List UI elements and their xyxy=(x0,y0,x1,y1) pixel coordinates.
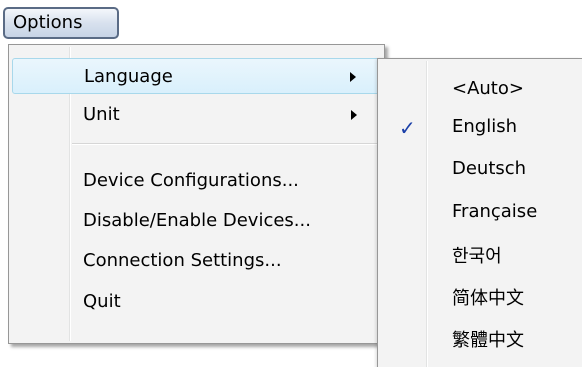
language-item-francaise[interactable]: Française xyxy=(381,195,579,231)
menu-item-label: 한국어 xyxy=(452,246,502,267)
language-item-korean[interactable]: 한국어 xyxy=(381,236,579,272)
menu-item-label: Language xyxy=(84,66,173,87)
menu-item-label: Connection Settings... xyxy=(83,250,282,271)
menu-item-unit[interactable]: Unit xyxy=(12,97,381,133)
menu-item-label: Disable/Enable Devices... xyxy=(83,210,311,231)
menu-item-label: <Auto> xyxy=(452,78,524,99)
menu-item-label: Device Configurations... xyxy=(83,170,299,191)
menu-item-quit[interactable]: Quit xyxy=(12,284,381,320)
menu-item-device-configurations[interactable]: Device Configurations... xyxy=(12,163,381,199)
menu-item-label: Deutsch xyxy=(452,158,527,179)
menu-item-label: Française xyxy=(452,201,538,222)
menu-item-disable-enable-devices[interactable]: Disable/Enable Devices... xyxy=(12,203,381,239)
options-dropdown-menu: Language Unit Device Configurations... D… xyxy=(8,44,385,344)
language-item-auto[interactable]: <Auto> xyxy=(381,72,579,108)
language-item-deutsch[interactable]: Deutsch xyxy=(381,152,579,188)
language-item-traditional-chinese[interactable]: 繁體中文 xyxy=(381,320,579,356)
menu-item-label: 繁體中文 xyxy=(452,330,524,351)
check-icon: ✓ xyxy=(399,116,416,140)
menu-item-label: English xyxy=(452,116,517,137)
menu-separator xyxy=(72,143,379,145)
menu-item-label: Unit xyxy=(83,104,120,125)
language-item-english[interactable]: ✓ English xyxy=(381,110,579,146)
menu-item-label: Quit xyxy=(83,291,121,312)
menu-item-label: 简体中文 xyxy=(452,288,524,309)
language-submenu: <Auto> ✓ English Deutsch Française 한국어 简… xyxy=(377,58,582,367)
menu-item-language[interactable]: Language xyxy=(12,58,381,94)
menu-item-connection-settings[interactable]: Connection Settings... xyxy=(12,243,381,279)
submenu-arrow-icon xyxy=(351,110,357,120)
submenu-arrow-icon xyxy=(350,72,356,82)
options-menu-button[interactable]: Options xyxy=(3,7,119,39)
language-item-simplified-chinese[interactable]: 简体中文 xyxy=(381,278,579,314)
